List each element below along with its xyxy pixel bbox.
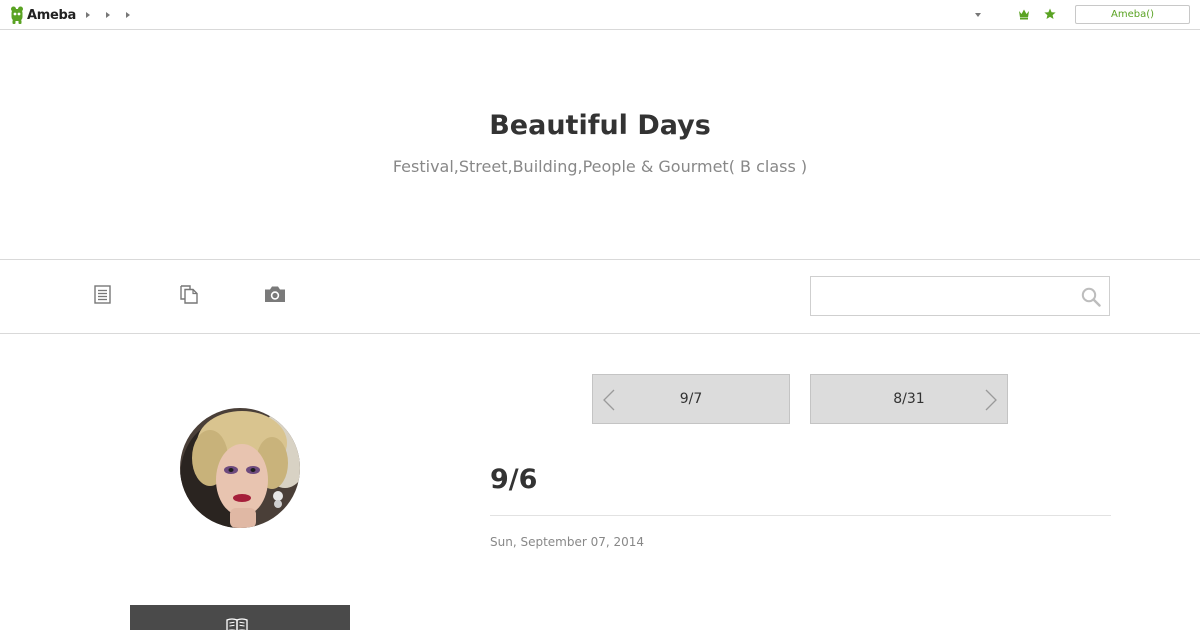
top-bar: Ameba Ameba() [0, 0, 1200, 30]
menu-arrow-3[interactable] [126, 12, 130, 18]
chevron-right-icon [985, 389, 997, 411]
article-list-icon[interactable] [94, 285, 111, 304]
blog-title[interactable]: Beautiful Days [0, 110, 1200, 141]
search-input[interactable] [811, 277, 1073, 315]
avatar-image [180, 408, 300, 528]
next-article-label: 8/31 [893, 391, 925, 407]
logo-text: Ameba [27, 7, 77, 23]
ameba-login-button[interactable]: Ameba() [1075, 5, 1190, 24]
menu-arrow-1[interactable] [86, 12, 90, 18]
copy-icon[interactable] [180, 285, 198, 304]
book-icon [226, 618, 248, 630]
dropdown-arrow-icon[interactable] [975, 13, 981, 17]
prev-article-label: 9/7 [679, 391, 703, 407]
article-title[interactable]: 9/6 [490, 464, 537, 495]
article-date: Sun, September 07, 2014 [490, 535, 645, 549]
blog-subtitle: Festival,Street,Building,People & Gourme… [392, 157, 808, 176]
search-icon[interactable] [1081, 287, 1101, 307]
sidebar-profile-button[interactable] [130, 605, 350, 630]
crown-icon[interactable] [1018, 8, 1030, 20]
profile-avatar[interactable] [180, 408, 300, 528]
next-article-button[interactable]: 8/31 [810, 374, 1008, 424]
camera-icon[interactable] [264, 285, 286, 303]
star-icon[interactable] [1044, 8, 1056, 20]
search-box [810, 276, 1110, 316]
ameba-logo[interactable]: Ameba [10, 6, 76, 24]
prev-article-button[interactable]: 9/7 [592, 374, 790, 424]
blog-nav-bar [0, 259, 1200, 334]
ameba-logo-icon [11, 6, 23, 24]
menu-arrow-2[interactable] [106, 12, 110, 18]
article-divider [490, 515, 1111, 516]
